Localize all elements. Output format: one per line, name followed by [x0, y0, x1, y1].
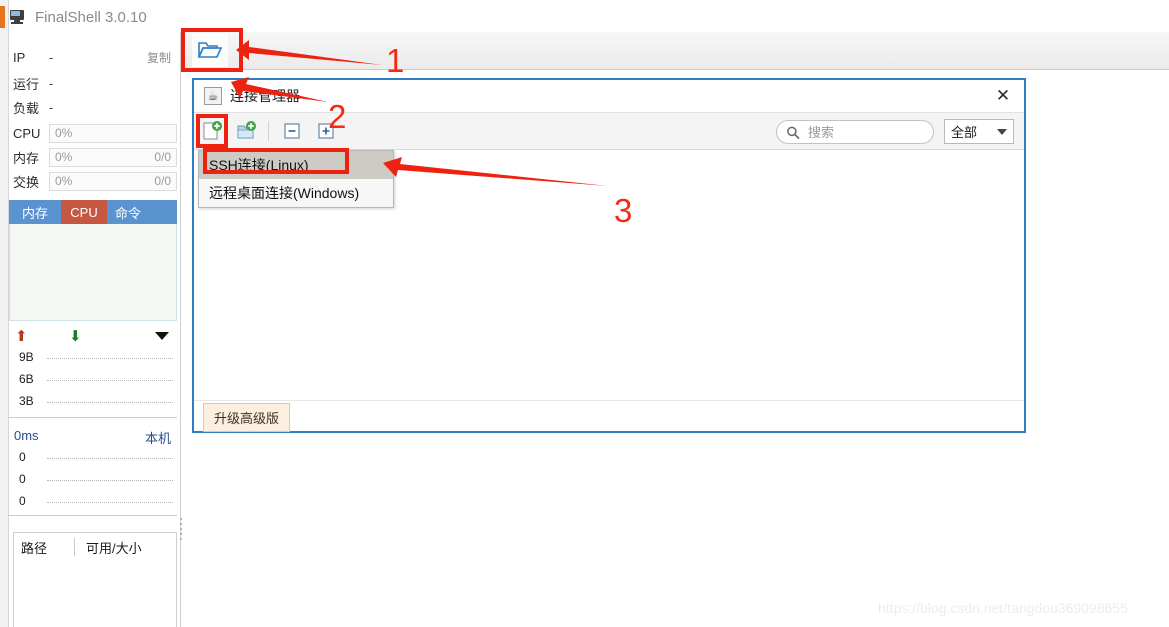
monitor-tab-strip: 内存 CPU 命令 — [9, 200, 177, 224]
panel-splitter[interactable] — [178, 515, 184, 551]
metric-swap-percent: 0% — [55, 174, 73, 188]
arrow-down-icon: ⬇ — [69, 328, 82, 345]
tab-cpu-label: CPU — [70, 204, 98, 220]
chevron-down-icon — [997, 128, 1007, 135]
new-folder-button[interactable] — [232, 117, 262, 145]
net-axis-label-2: 3B — [19, 394, 34, 408]
monitor-icon — [10, 9, 27, 25]
disk-col-path: 路径 — [21, 540, 48, 556]
strip-active-marker — [0, 6, 5, 28]
info-row-load: 负载 - — [9, 96, 181, 118]
info-value-ip: - — [49, 49, 54, 65]
info-row-cpu: CPU 0% — [9, 122, 181, 144]
collapse-all-button[interactable] — [277, 117, 307, 145]
new-folder-plus-icon — [237, 121, 256, 139]
info-row-swap: 交换 0% 0/0 — [9, 170, 181, 192]
collapse-minus-icon — [284, 123, 300, 139]
info-value-load: - — [49, 99, 54, 115]
menu-item-rdp-windows[interactable]: 远程桌面连接(Windows) — [199, 179, 393, 207]
ping-latency: 0ms — [14, 428, 39, 443]
close-icon[interactable]: ✕ — [994, 87, 1012, 106]
tab-memory[interactable]: 内存 — [9, 200, 61, 224]
dialog-title: 连接管理器 — [230, 88, 300, 104]
dialog-footer: 升级高级版 — [194, 400, 1024, 432]
new-connection-context-menu: SSH连接(Linux) 远程桌面连接(Windows) — [198, 150, 394, 208]
metric-swap: 0% 0/0 — [49, 171, 177, 191]
tab-command-label: 命令 — [115, 205, 142, 221]
disk-col-size: 可用/大小 — [86, 540, 142, 556]
tab-cpu[interactable]: CPU — [61, 200, 107, 224]
menu-item-ssh-linux-label: SSH连接(Linux) — [209, 157, 309, 173]
caret-down-icon[interactable] — [155, 332, 169, 340]
dialog-title-bar[interactable]: ☕ 连接管理器 ✕ — [194, 80, 1024, 113]
ping-header: 0ms 本机 — [9, 428, 177, 448]
new-connection-button[interactable] — [198, 117, 228, 145]
filter-dropdown[interactable]: 全部 — [944, 119, 1014, 144]
info-row-memory: 内存 0% 0/0 — [9, 146, 181, 168]
info-row-ip: IP - 复制 — [9, 46, 181, 68]
metric-cpu-percent: 0% — [55, 126, 73, 140]
menu-item-ssh-linux[interactable]: SSH连接(Linux) — [199, 151, 393, 179]
connection-list[interactable]: SSH连接(Linux) 远程桌面连接(Windows) — [194, 150, 1024, 400]
new-file-plus-icon — [203, 121, 222, 140]
tab-memory-label: 内存 — [21, 205, 48, 221]
info-value-uptime: - — [49, 75, 54, 91]
cpu-chart-area — [9, 224, 177, 321]
main-toolbar — [181, 32, 1169, 70]
folder-open-icon — [197, 42, 223, 58]
metric-memory-detail: 0/0 — [154, 150, 171, 164]
metric-memory-percent: 0% — [55, 150, 73, 164]
ping-graph: 0 0 0 — [9, 448, 177, 516]
info-label-swap: 交换 — [13, 174, 40, 190]
disk-table-header: 路径 可用/大小 — [14, 533, 176, 561]
info-row-uptime: 运行 - — [9, 72, 181, 94]
annotation-number-3: 3 — [614, 192, 633, 229]
annotation-number-2: 2 — [328, 98, 347, 135]
search-box[interactable] — [776, 120, 934, 144]
metric-cpu: 0% — [49, 123, 177, 143]
ping-axis-label-0: 0 — [19, 450, 26, 464]
app-title-bar: FinalShell 3.0.10 — [10, 4, 147, 30]
java-icon: ☕ — [204, 87, 222, 105]
info-label-load: 负载 — [13, 100, 40, 116]
network-graph-header: ⬆ ⬇ — [9, 326, 177, 348]
info-label-memory: 内存 — [13, 150, 40, 166]
search-icon — [787, 126, 800, 139]
app-window: FinalShell 3.0.10 IP - 复制 运行 - 负载 - CPU … — [0, 0, 1169, 627]
upgrade-button[interactable]: 升级高级版 — [203, 403, 291, 432]
metric-memory: 0% 0/0 — [49, 147, 177, 167]
left-vertical-strip[interactable] — [0, 0, 9, 627]
network-graph: 9B 6B 3B — [9, 348, 177, 418]
ping-axis-label-2: 0 — [19, 494, 26, 508]
tab-command[interactable]: 命令 — [107, 200, 177, 224]
app-title-text: FinalShell 3.0.10 — [35, 8, 147, 26]
watermark: https://blog.csdn.net/tangdou369098655 — [878, 600, 1128, 616]
menu-item-rdp-windows-label: 远程桌面连接(Windows) — [209, 185, 360, 201]
annotation-number-1: 1 — [386, 42, 405, 79]
disk-usage-table: 路径 可用/大小 — [13, 532, 177, 627]
copy-ip-button[interactable]: 复制 — [147, 49, 171, 66]
info-label-cpu: CPU — [13, 125, 41, 141]
ping-axis-label-1: 0 — [19, 472, 26, 486]
connection-manager-dialog: ☕ 连接管理器 ✕ 搜索 全部 SSH连接(Linux) 远程桌面连接(Wind… — [192, 78, 1026, 433]
filter-dropdown-value: 全部 — [951, 125, 978, 140]
dialog-toolbar: 全部 — [194, 113, 1024, 150]
net-axis-label-1: 6B — [19, 372, 34, 386]
info-label-uptime: 运行 — [13, 76, 40, 92]
metric-swap-detail: 0/0 — [154, 174, 171, 188]
info-label-ip: IP — [13, 49, 26, 65]
ping-host: 本机 — [144, 431, 171, 446]
upgrade-button-label: 升级高级版 — [214, 411, 280, 426]
net-axis-label-0: 9B — [19, 350, 34, 364]
search-input[interactable] — [806, 123, 924, 141]
open-connection-manager-button[interactable] — [192, 33, 228, 67]
